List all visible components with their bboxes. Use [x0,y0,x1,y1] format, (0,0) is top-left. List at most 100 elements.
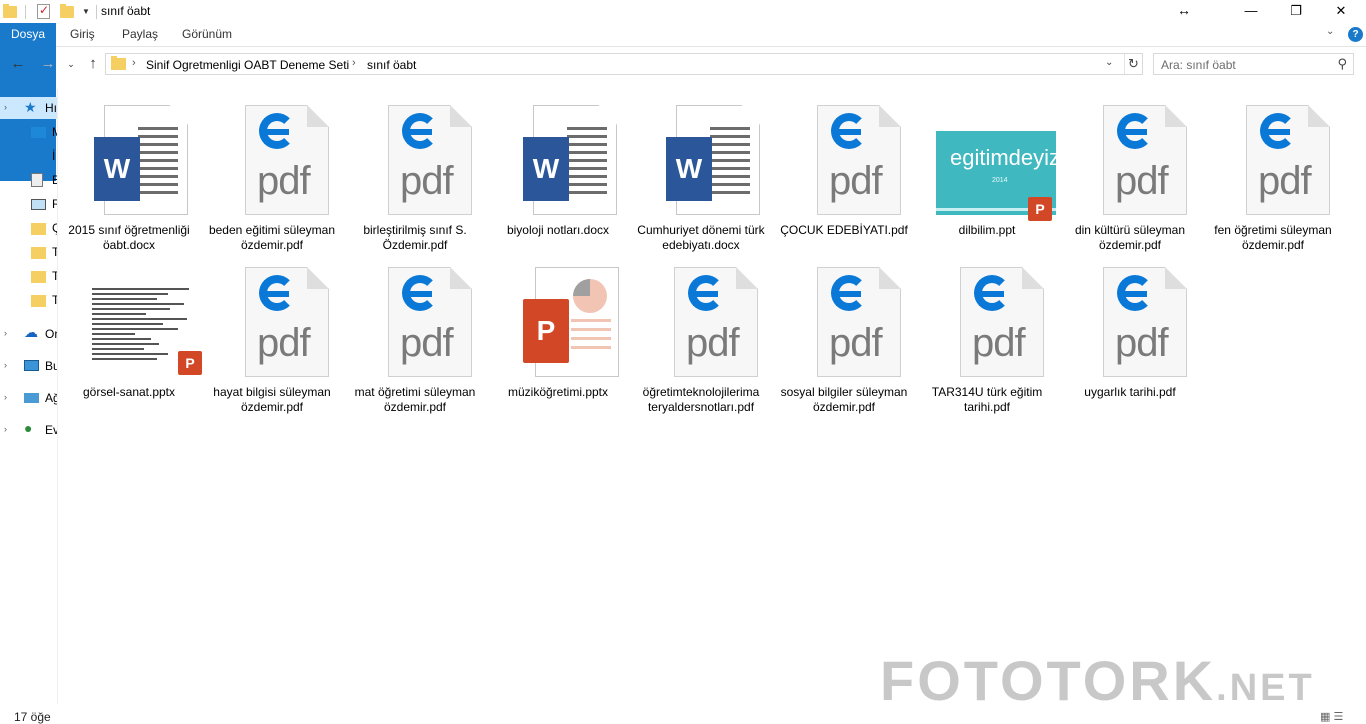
file-item[interactable]: pdf beden eğitimi süleyman özdemir.pdf [203,97,341,255]
chevron-down-icon[interactable]: ▼ [82,7,90,16]
chevron-right-icon[interactable]: › [4,360,7,370]
file-item[interactable]: pdf uygarlık tarihi.pdf [1061,259,1199,417]
minimize-button[interactable]: — [1228,0,1274,23]
sidebar-item-folder[interactable]: T [0,289,57,311]
breadcrumb-parent[interactable]: Sinif Ogretmenligi OABT Deneme Seti [146,58,349,72]
preview-text-line [92,358,157,360]
file-item[interactable]: pdf mat öğretimi süleyman özdemir.pdf [346,259,484,417]
sidebar-item-desktop[interactable]: M [0,121,57,143]
file-item[interactable]: Wbiyoloji notları.docx [489,97,627,255]
pdf-label: pdf [829,159,883,203]
help-icon[interactable]: ? [1348,27,1363,42]
folder-icon [111,56,126,70]
desktop-icon [31,127,46,138]
preview-text-line [92,308,170,310]
view-toggle-icon[interactable]: ▦ ☰ [1320,710,1343,723]
edge-logo-icon [259,113,295,149]
pdf-file-icon: pdf [779,259,909,385]
sidebar-item-downloads[interactable]: ⬇ İ [0,145,57,167]
sidebar-item-folder[interactable]: T [0,241,57,263]
sidebar-item-label: İ [52,149,56,163]
sidebar-item-documents[interactable]: B [0,169,57,191]
sidebar-item-pictures[interactable]: R [0,193,57,215]
chevron-right-icon[interactable]: › [4,424,7,434]
file-item[interactable]: egitimdeyiz 2014 Pdilbilim.ppt [918,97,1060,255]
file-name: fen öğretimi süleyman özdemir.pdf [1214,223,1332,252]
star-icon: ★ [24,99,37,115]
recent-locations-button[interactable]: ⌄ [64,53,78,75]
pdf-file-icon: pdf [922,259,1052,385]
file-item[interactable]: W 2015 sınıf öğretmenliği öabt.docx [60,97,198,255]
sidebar-item-folder[interactable]: Ç [0,217,57,239]
preview-text-line [92,348,144,350]
edge-logo-icon [688,275,724,311]
pdf-label: pdf [1258,159,1312,203]
file-item[interactable]: pdf birleştirilmiş sınıf S. Özdemir.pdf [346,97,484,255]
chevron-down-icon[interactable]: ⌄ [1105,57,1113,68]
pdf-label: pdf [686,321,740,365]
refresh-button[interactable]: ↻ [1124,54,1142,74]
edge-logo-icon [1260,113,1296,149]
pdf-label: pdf [829,321,883,365]
sidebar-item-quick-access[interactable]: › ★ Hı [0,97,57,119]
sidebar-item-network[interactable]: › Ağ [0,387,57,409]
properties-icon[interactable] [37,3,50,19]
page-fold [307,267,329,289]
pdf-label: pdf [400,321,454,365]
document-icon [31,173,43,187]
forward-button[interactable]: → [38,53,58,75]
slide-thumbnail: egitimdeyiz 2014 P [922,97,1060,223]
chevron-right-icon[interactable]: › [352,57,356,69]
chevron-right-icon[interactable]: › [4,392,7,402]
tab-share[interactable]: Paylaş [122,23,158,46]
file-item[interactable]: W Cumhuriyet dönemi türk edebiyatı.docx [632,97,770,255]
sidebar-item-label: B [52,173,57,187]
resize-icon: ↔ [1177,2,1191,18]
file-list: W 2015 sınıf öğretmenliği öabt.docx pdf bed… [60,89,1366,704]
file-item[interactable]: pdf hayat bilgisi süleyman özdemir.pdf [203,259,341,417]
edge-logo-icon [1117,113,1153,149]
chevron-right-icon[interactable]: › [4,102,7,112]
file-item[interactable]: pdf ÇOCUK EDEBİYATI.pdf [775,97,913,255]
address-bar[interactable]: › Sinif Ogretmenligi OABT Deneme Seti › … [105,53,1143,75]
file-item[interactable]: Pgörsel-sanat.pptx [60,259,202,417]
file-name: müziköğretimi.pptx [507,385,609,399]
preview-text-line [92,323,164,325]
word-file-icon: W [636,97,766,223]
file-item[interactable]: Pmüziköğretimi.pptx [489,259,627,417]
preview-text-line [92,328,179,330]
file-item[interactable]: pdf sosyal bilgiler süleyman özdemir.pdf [775,259,913,417]
separator [95,4,97,19]
file-item[interactable]: pdf din kültürü süleyman özdemir.pdf [1061,97,1199,255]
breadcrumb-current[interactable]: sınıf öabt [367,58,416,72]
pdf-file-icon: pdf [636,259,766,385]
sidebar-item-label: T [52,245,57,259]
file-item[interactable]: pdf fen öğretimi süleyman özdemir.pdf [1204,97,1342,255]
pdf-file-icon: pdf [207,97,337,223]
close-button[interactable]: ✕ [1318,0,1364,23]
sidebar-item-this-pc[interactable]: › Bu [0,355,57,377]
up-button[interactable]: ↑ [84,53,102,75]
file-name: birleştirilmiş sınıf S. Özdemir.pdf [363,223,467,252]
navigation-bar: ← → ⌄ ↑ › Sinif Ogretmenligi OABT Deneme… [0,48,1366,81]
file-name: uygarlık tarihi.pdf [1084,385,1176,399]
edge-logo-icon [831,275,867,311]
maximize-button[interactable]: ❐ [1273,0,1319,23]
search-input[interactable]: Ara: sınıf öabt ⚲ [1153,53,1354,75]
sidebar-item-folder[interactable]: T [0,265,57,287]
back-button[interactable]: ← [8,53,28,75]
chevron-down-icon[interactable]: ⌄ [1326,26,1334,37]
sidebar-item-onedrive[interactable]: › ☁ Or [0,323,57,345]
tab-view[interactable]: Görünüm [182,23,232,46]
download-icon: ⬇ [31,148,44,165]
sidebar-item-homegroup[interactable]: › ● Ev [0,419,57,441]
tab-home[interactable]: Giriş [70,23,95,46]
chevron-right-icon[interactable]: › [4,328,7,338]
chevron-right-icon[interactable]: › [132,57,136,69]
new-folder-icon[interactable] [60,3,74,18]
file-item[interactable]: pdf öğretimteknolojilerima teryaldersnotl… [632,259,770,417]
sidebar-item-label: Hı [45,101,57,115]
folder-icon [3,3,17,18]
file-item[interactable]: pdf TAR314U türk eğitim tarihi.pdf [918,259,1056,417]
word-file-icon: W [64,97,194,223]
